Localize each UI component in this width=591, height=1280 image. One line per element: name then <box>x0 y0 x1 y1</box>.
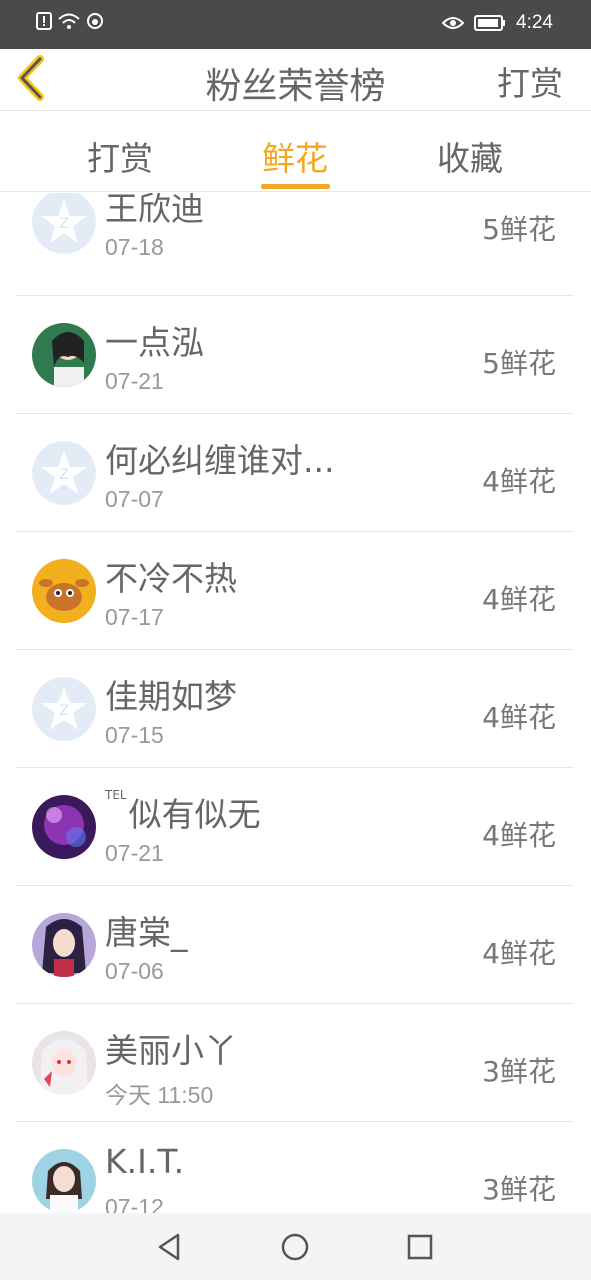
default-avatar: Z <box>32 441 96 505</box>
anime-avatar-2 <box>32 1031 96 1095</box>
system-nav-bar <box>0 1213 591 1280</box>
home-circle-icon[interactable] <box>279 1231 311 1263</box>
tab-flowers[interactable]: 鲜花 <box>225 132 365 180</box>
photo-avatar-2 <box>32 1149 96 1213</box>
list-item[interactable]: 一点泓 07-21 5鲜花 <box>16 296 574 414</box>
fan-list[interactable]: Z 王欣迪 07-18 5鲜花 一点泓 07-21 5鲜花 Z 何必纠缠谁对..… <box>0 193 591 1213</box>
list-item[interactable]: 美丽小丫 今天 11:50 3鲜花 <box>16 1004 574 1122</box>
back-triangle-icon[interactable] <box>154 1231 186 1263</box>
fan-name: 王欣迪 <box>105 193 204 228</box>
fan-name: 佳期如梦 <box>105 677 237 716</box>
tab-reward[interactable]: 打赏 <box>50 132 190 180</box>
flower-count: 3鲜花 <box>482 1055 556 1088</box>
purple-avatar <box>32 795 96 859</box>
eye-comfort-icon <box>442 17 465 29</box>
default-avatar: Z <box>32 193 96 254</box>
list-item[interactable]: K.I.T. 07-12 3鲜花 <box>16 1122 574 1213</box>
fan-name: 一点泓 <box>105 323 204 362</box>
status-bar: 4:24 <box>0 0 591 49</box>
deer-avatar <box>32 559 96 623</box>
name-prefix: TEL <box>105 788 127 802</box>
svg-text:Z: Z <box>59 216 69 232</box>
svg-text:Z: Z <box>59 467 69 483</box>
fan-name: K.I.T. <box>105 1142 185 1181</box>
fan-date: 07-21 <box>105 368 164 394</box>
fan-name: 唐棠_ <box>105 913 188 952</box>
data-saver-icon <box>87 13 103 29</box>
status-icons-right: 4:24 <box>442 12 553 34</box>
list-item[interactable]: Z 佳期如梦 07-15 4鲜花 <box>16 650 574 768</box>
fan-date: 07-06 <box>105 958 164 984</box>
tab-favorites[interactable]: 收藏 <box>400 132 540 180</box>
anime-avatar <box>32 913 96 977</box>
flower-count: 5鲜花 <box>482 213 556 246</box>
status-icons-left <box>36 12 104 30</box>
flower-count: 4鲜花 <box>482 937 556 970</box>
fan-date: 07-12 <box>105 1194 164 1213</box>
recents-square-icon[interactable] <box>404 1231 436 1263</box>
flower-count: 4鲜花 <box>482 701 556 734</box>
fan-name-text: 似有似无 <box>128 795 261 834</box>
flower-count: 4鲜花 <box>482 465 556 498</box>
reward-button[interactable]: 打赏 <box>497 57 563 105</box>
list-item[interactable]: 唐棠_ 07-06 4鲜花 <box>16 886 574 1004</box>
list-item[interactable]: TEL似有似无 07-21 4鲜花 <box>16 768 574 886</box>
tab-bar: 打赏 鲜花 收藏 <box>0 112 591 192</box>
flower-count: 3鲜花 <box>482 1173 556 1206</box>
default-avatar: Z <box>32 677 96 741</box>
clock: 4:24 <box>516 12 553 33</box>
fan-date: 07-21 <box>105 840 164 866</box>
nav-bar: 粉丝荣誉榜 打赏 <box>0 49 591 111</box>
svg-text:Z: Z <box>59 703 69 719</box>
active-tab-indicator <box>261 184 330 189</box>
list-item[interactable]: Z 王欣迪 07-18 5鲜花 <box>16 193 574 296</box>
alert-icon <box>36 12 52 30</box>
flower-count: 4鲜花 <box>482 583 556 616</box>
fan-name: 美丽小丫 <box>105 1031 237 1070</box>
fan-date: 07-07 <box>105 486 164 512</box>
fan-name: 不冷不热 <box>105 559 237 598</box>
battery-icon <box>474 15 506 31</box>
fan-date: 07-17 <box>105 604 164 630</box>
wifi-icon <box>58 13 80 29</box>
flower-count: 4鲜花 <box>482 819 556 852</box>
fan-date: 07-15 <box>105 722 164 748</box>
fan-name: 何必纠缠谁对... <box>105 441 335 480</box>
photo-avatar <box>32 323 96 387</box>
fan-name: TEL似有似无 <box>105 788 261 836</box>
fan-date: 今天 11:50 <box>105 1082 214 1108</box>
flower-count: 5鲜花 <box>482 347 556 380</box>
list-item[interactable]: 不冷不热 07-17 4鲜花 <box>16 532 574 650</box>
list-item[interactable]: Z 何必纠缠谁对... 07-07 4鲜花 <box>16 414 574 532</box>
fan-date: 07-18 <box>105 234 164 260</box>
